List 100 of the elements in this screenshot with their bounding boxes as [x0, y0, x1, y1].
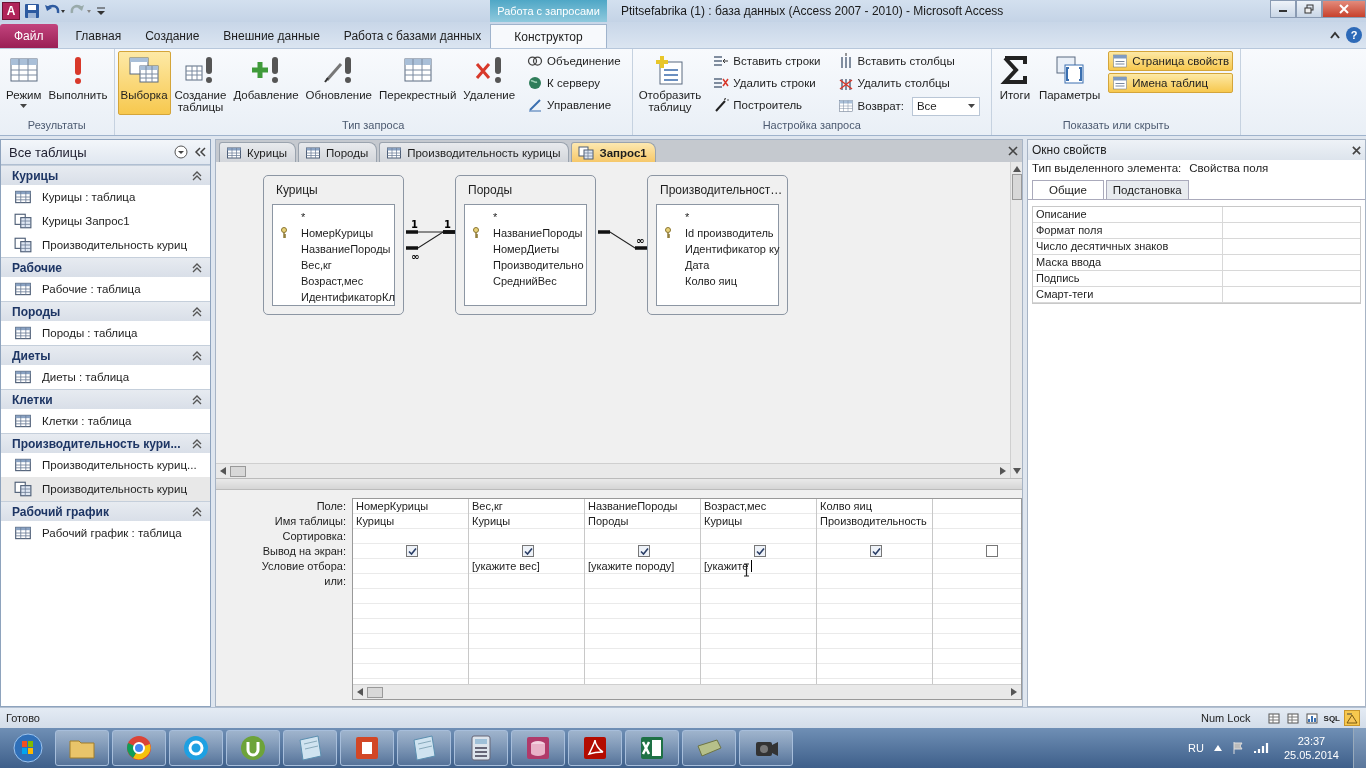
clock-time[interactable]: 23:37: [1297, 734, 1326, 748]
ribbon-button[interactable]: Имена таблиц: [1108, 73, 1234, 93]
scroll-thumb[interactable]: [1011, 174, 1022, 200]
ribbon-button[interactable]: Построитель: [709, 95, 825, 115]
vertical-scrollbar[interactable]: [1010, 162, 1022, 478]
property-tab[interactable]: Подстановка: [1105, 180, 1189, 199]
taskbar-button[interactable]: [739, 730, 793, 766]
return-dropdown[interactable]: Все: [911, 96, 980, 116]
taskbar-button[interactable]: [112, 730, 166, 766]
field-name[interactable]: Производительно: [487, 259, 584, 271]
taskbar-button[interactable]: [55, 730, 109, 766]
ribbon-button[interactable]: Управление: [523, 95, 625, 115]
ribbon-tab[interactable]: Конструктор: [490, 24, 607, 48]
scroll-down-icon[interactable]: [1012, 468, 1021, 474]
close-button[interactable]: [1322, 0, 1366, 18]
grid-cell[interactable]: Вес,кг: [469, 499, 584, 514]
ribbon-button[interactable]: Выполнить: [45, 51, 111, 115]
flag-icon[interactable]: [1231, 741, 1244, 755]
collapse-pane-icon[interactable]: [194, 147, 206, 157]
dropdown-circle-icon[interactable]: [174, 145, 188, 159]
help-button[interactable]: ?: [1346, 27, 1362, 43]
navigation-item[interactable]: Производительность куриц...: [1, 453, 210, 477]
ribbon-button[interactable]: Страница свойств: [1108, 51, 1234, 71]
navigation-item[interactable]: Производительность куриц: [1, 233, 210, 257]
property-tab[interactable]: Общие: [1032, 180, 1104, 199]
ribbon-button[interactable]: Параметры: [1035, 51, 1104, 115]
pivot-table-view-button[interactable]: [1284, 710, 1301, 726]
navigation-item[interactable]: Производительность куриц: [1, 477, 210, 501]
document-tab[interactable]: Запрос1: [571, 142, 656, 162]
taskbar-button[interactable]: [340, 730, 394, 766]
taskbar-button[interactable]: [625, 730, 679, 766]
ribbon-button[interactable]: Удаление: [460, 51, 519, 115]
ribbon-button[interactable]: Создание таблицы: [171, 51, 230, 115]
ribbon-tab[interactable]: Внешние данные: [211, 24, 332, 48]
field-name[interactable]: Вес,кг: [295, 259, 332, 271]
minimize-button[interactable]: [1270, 0, 1296, 18]
ribbon-button[interactable]: Вставить столбцы: [833, 51, 984, 71]
grid-cell[interactable]: Курицы: [353, 514, 468, 529]
navigation-group-header[interactable]: Рабочие: [1, 257, 210, 277]
field-name[interactable]: Id производитель: [679, 227, 774, 239]
show-checkbox[interactable]: [406, 545, 418, 557]
show-hidden-icons-icon[interactable]: [1213, 745, 1222, 751]
field-name[interactable]: НомерКурицы: [295, 227, 374, 239]
field-name[interactable]: *: [295, 211, 306, 223]
navigation-group-header[interactable]: Клетки: [1, 389, 210, 409]
document-tab[interactable]: Породы: [298, 142, 378, 162]
field-name[interactable]: ИдентификаторКл: [295, 291, 395, 303]
taskbar-button[interactable]: [169, 730, 223, 766]
ribbon-button[interactable]: Обновление: [302, 51, 375, 115]
horizontal-scrollbar[interactable]: [353, 684, 1021, 699]
ribbon-button[interactable]: Отобразить таблицу: [635, 51, 705, 115]
signal-bars-icon[interactable]: [1253, 742, 1270, 754]
table-field-list[interactable]: Производительност… * Id производитель Идентификатор ку Дата Колво яиц: [647, 175, 788, 315]
field-name[interactable]: *: [679, 211, 690, 223]
scroll-up-icon[interactable]: [1012, 166, 1021, 172]
field-name[interactable]: Колво яиц: [679, 275, 737, 287]
taskbar-button[interactable]: [454, 730, 508, 766]
close-icon[interactable]: [1352, 145, 1361, 155]
clock-date[interactable]: 25.05.2014: [1283, 748, 1339, 762]
scroll-thumb[interactable]: [230, 465, 246, 477]
scroll-thumb[interactable]: [367, 686, 383, 698]
app-logo[interactable]: A: [2, 2, 20, 20]
file-tab[interactable]: Файл: [0, 24, 58, 48]
navigation-item[interactable]: Рабочий график : таблица: [1, 521, 210, 545]
ribbon-button[interactable]: Перекрестный: [375, 51, 460, 115]
ribbon-tab[interactable]: Создание: [133, 24, 212, 48]
taskbar-button[interactable]: [226, 730, 280, 766]
ribbon-button[interactable]: Режим: [3, 51, 45, 115]
grid-cell[interactable]: Колво яиц: [817, 499, 932, 514]
navigation-item[interactable]: Курицы : таблица: [1, 185, 210, 209]
navigation-item[interactable]: Диеты : таблица: [1, 365, 210, 389]
field-name[interactable]: НомерДиеты: [487, 243, 560, 255]
field-name[interactable]: Дата: [679, 259, 710, 271]
navigation-item[interactable]: Клетки : таблица: [1, 409, 210, 433]
scroll-left-icon[interactable]: [357, 688, 363, 696]
grid-cell[interactable]: Курицы: [701, 514, 816, 529]
taskbar-button[interactable]: [511, 730, 565, 766]
ribbon-tab[interactable]: Главная: [63, 24, 134, 48]
navigation-item[interactable]: Породы : таблица: [1, 321, 210, 345]
design-view-button[interactable]: [1344, 710, 1360, 726]
ribbon-button[interactable]: Выборка: [117, 51, 171, 115]
close-icon[interactable]: [1008, 146, 1018, 156]
field-name[interactable]: НазваниеПороды: [295, 243, 391, 255]
document-tab[interactable]: Производительность курицы: [379, 142, 570, 162]
field-name[interactable]: НазваниеПороды: [487, 227, 583, 239]
grid-cell[interactable]: Курицы: [469, 514, 584, 529]
navigation-group-header[interactable]: Курицы: [1, 165, 210, 185]
show-checkbox[interactable]: [522, 545, 534, 557]
scroll-right-icon[interactable]: [1000, 467, 1006, 475]
ribbon-button[interactable]: К серверу: [523, 73, 625, 93]
show-checkbox[interactable]: [638, 545, 650, 557]
navigation-group-header[interactable]: Породы: [1, 301, 210, 321]
grid-cell[interactable]: Производительность: [817, 514, 932, 529]
table-field-list[interactable]: Породы * НазваниеПороды НомерДиеты Производительно СреднийВес: [455, 175, 596, 315]
sql-view-button[interactable]: SQL: [1322, 710, 1341, 726]
field-name[interactable]: Возраст,мес: [295, 275, 364, 287]
grid-cell[interactable]: Породы: [585, 514, 700, 529]
taskbar-button[interactable]: [397, 730, 451, 766]
grid-cell[interactable]: Возраст,мес: [701, 499, 816, 514]
ribbon-button[interactable]: Добавление: [230, 51, 302, 115]
